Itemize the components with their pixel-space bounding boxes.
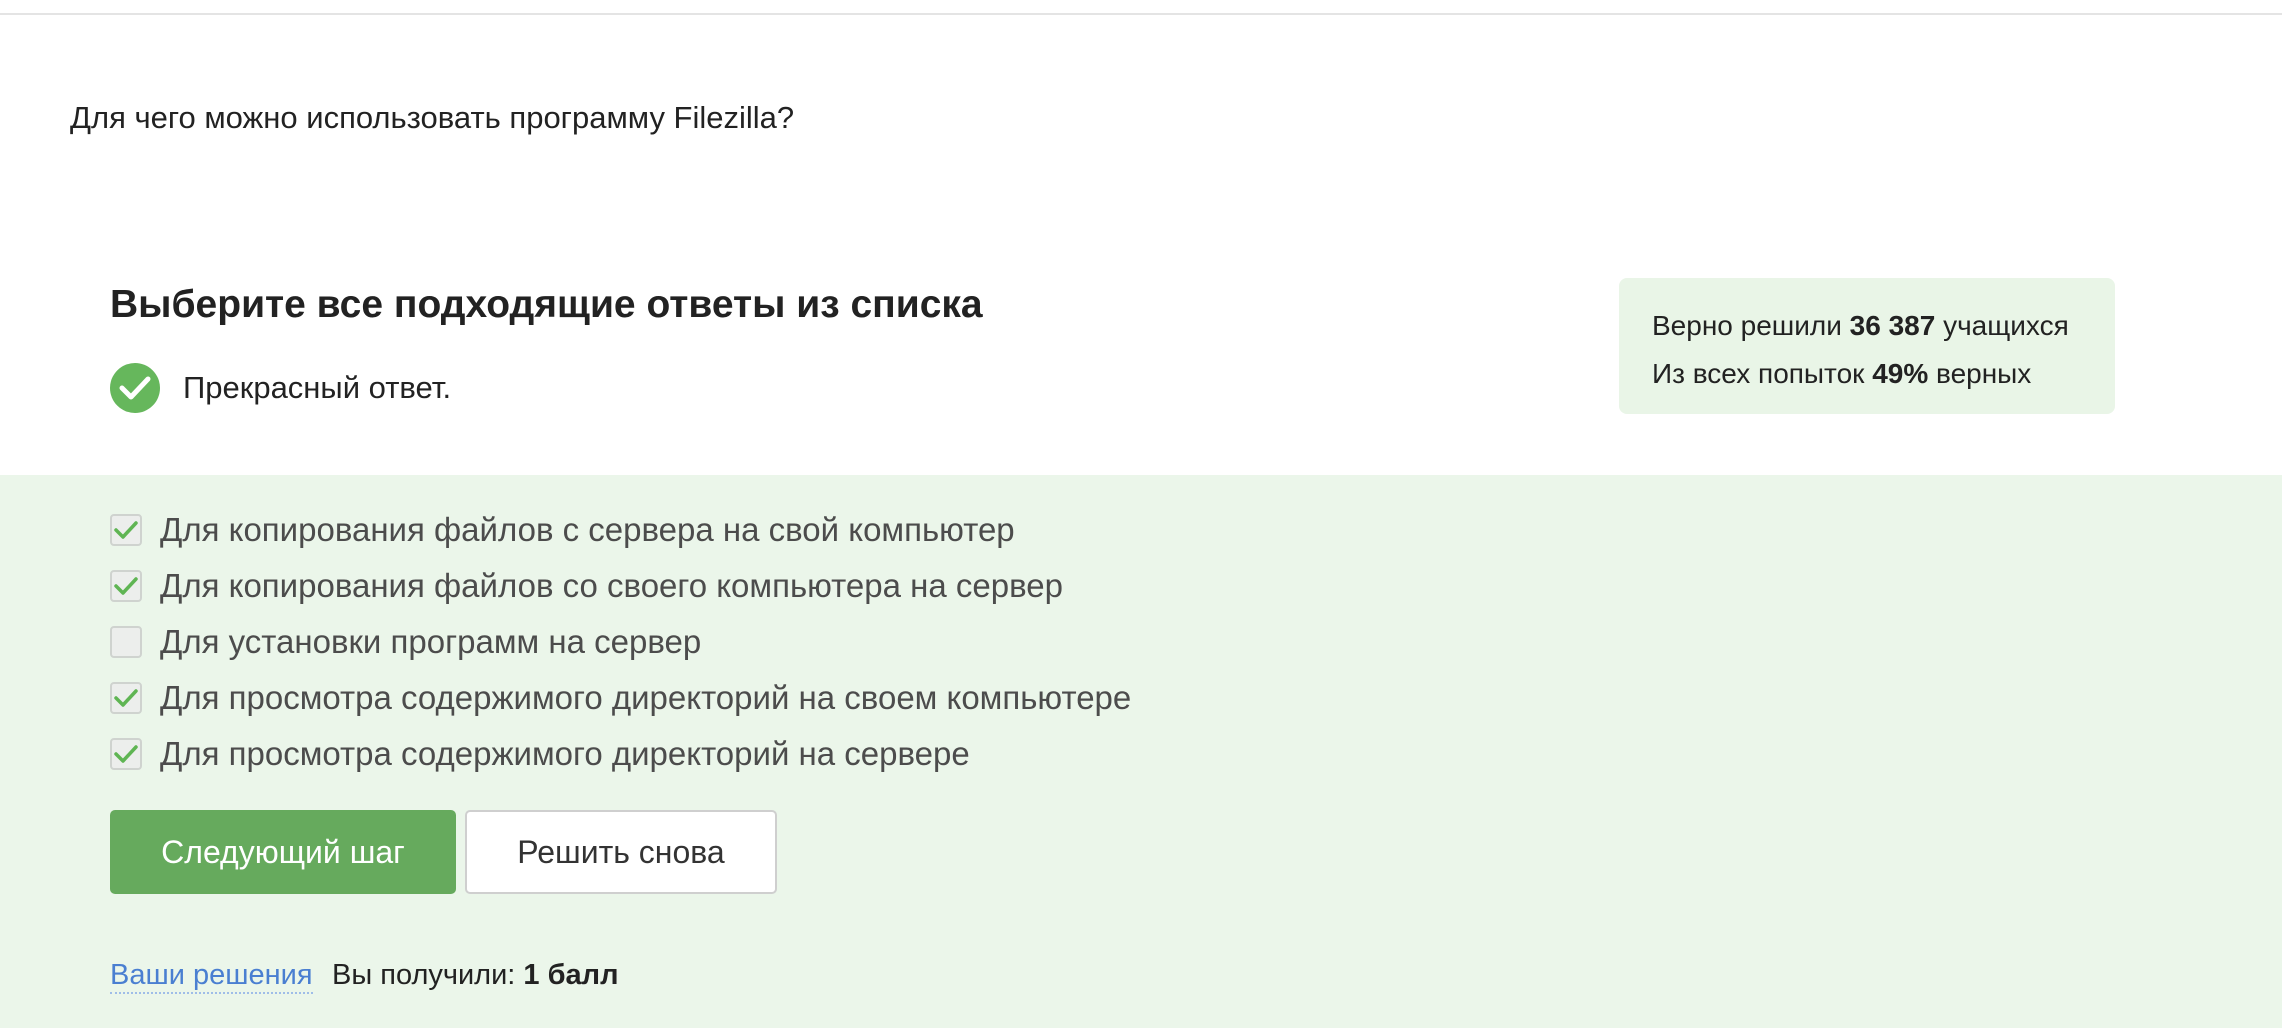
- feedback-text: Прекрасный ответ.: [183, 370, 452, 405]
- question-text: Для чего можно использовать программу Fi…: [70, 100, 795, 135]
- stats-solved-suffix: учащихся: [1943, 310, 2069, 341]
- next-step-button[interactable]: Следующий шаг: [110, 810, 456, 894]
- checkmark-icon: [114, 521, 138, 539]
- checkmark-icon: [114, 577, 138, 595]
- top-divider: [0, 13, 2282, 15]
- option-label: Для копирования файлов со своего компьют…: [160, 567, 1063, 604]
- check-circle-icon: [110, 363, 160, 413]
- option-label: Для установки программ на сервер: [160, 623, 702, 660]
- option-checkbox[interactable]: [110, 570, 142, 602]
- option-item[interactable]: Для копирования файлов со своего компьют…: [110, 566, 1063, 606]
- option-item[interactable]: Для установки программ на сервер: [110, 622, 701, 662]
- checkmark-icon: [114, 745, 138, 763]
- option-label: Для просмотра содержимого директорий на …: [160, 735, 970, 772]
- option-item[interactable]: Для просмотра содержимого директорий на …: [110, 678, 1131, 718]
- stats-solved: Верно решили 36 387 учащихся: [1652, 302, 2115, 350]
- option-label: Для копирования файлов с сервера на свой…: [160, 511, 1015, 548]
- option-checkbox[interactable]: [110, 682, 142, 714]
- stats-attempts-prefix: Из всех попыток: [1652, 358, 1865, 389]
- option-checkbox[interactable]: [110, 738, 142, 770]
- stats-attempts-percent: 49%: [1872, 358, 1929, 389]
- stats-solved-count: 36 387: [1849, 310, 1936, 341]
- option-item[interactable]: Для копирования файлов с сервера на свой…: [110, 510, 1015, 550]
- retry-button[interactable]: Решить снова: [465, 810, 777, 894]
- quiz-heading: Выберите все подходящие ответы из списка: [110, 283, 983, 326]
- feedback-row: Прекрасный ответ.: [110, 363, 451, 413]
- score-text: Вы получили: 1 балл: [332, 958, 619, 992]
- option-checkbox[interactable]: [110, 626, 142, 658]
- your-solutions-link[interactable]: Ваши решения: [110, 958, 313, 994]
- checkmark-icon: [114, 689, 138, 707]
- option-checkbox[interactable]: [110, 514, 142, 546]
- stats-solved-prefix: Верно решили: [1652, 310, 1842, 341]
- stats-attempts: Из всех попыток 49% верных: [1652, 350, 2115, 398]
- option-item[interactable]: Для просмотра содержимого директорий на …: [110, 734, 970, 774]
- option-label: Для просмотра содержимого директорий на …: [160, 679, 1132, 716]
- stats-attempts-suffix: верных: [1936, 358, 2032, 389]
- stats-box: Верно решили 36 387 учащихся Из всех поп…: [1619, 278, 2115, 414]
- score-prefix: Вы получили:: [332, 959, 516, 991]
- score-value: 1 балл: [523, 959, 619, 991]
